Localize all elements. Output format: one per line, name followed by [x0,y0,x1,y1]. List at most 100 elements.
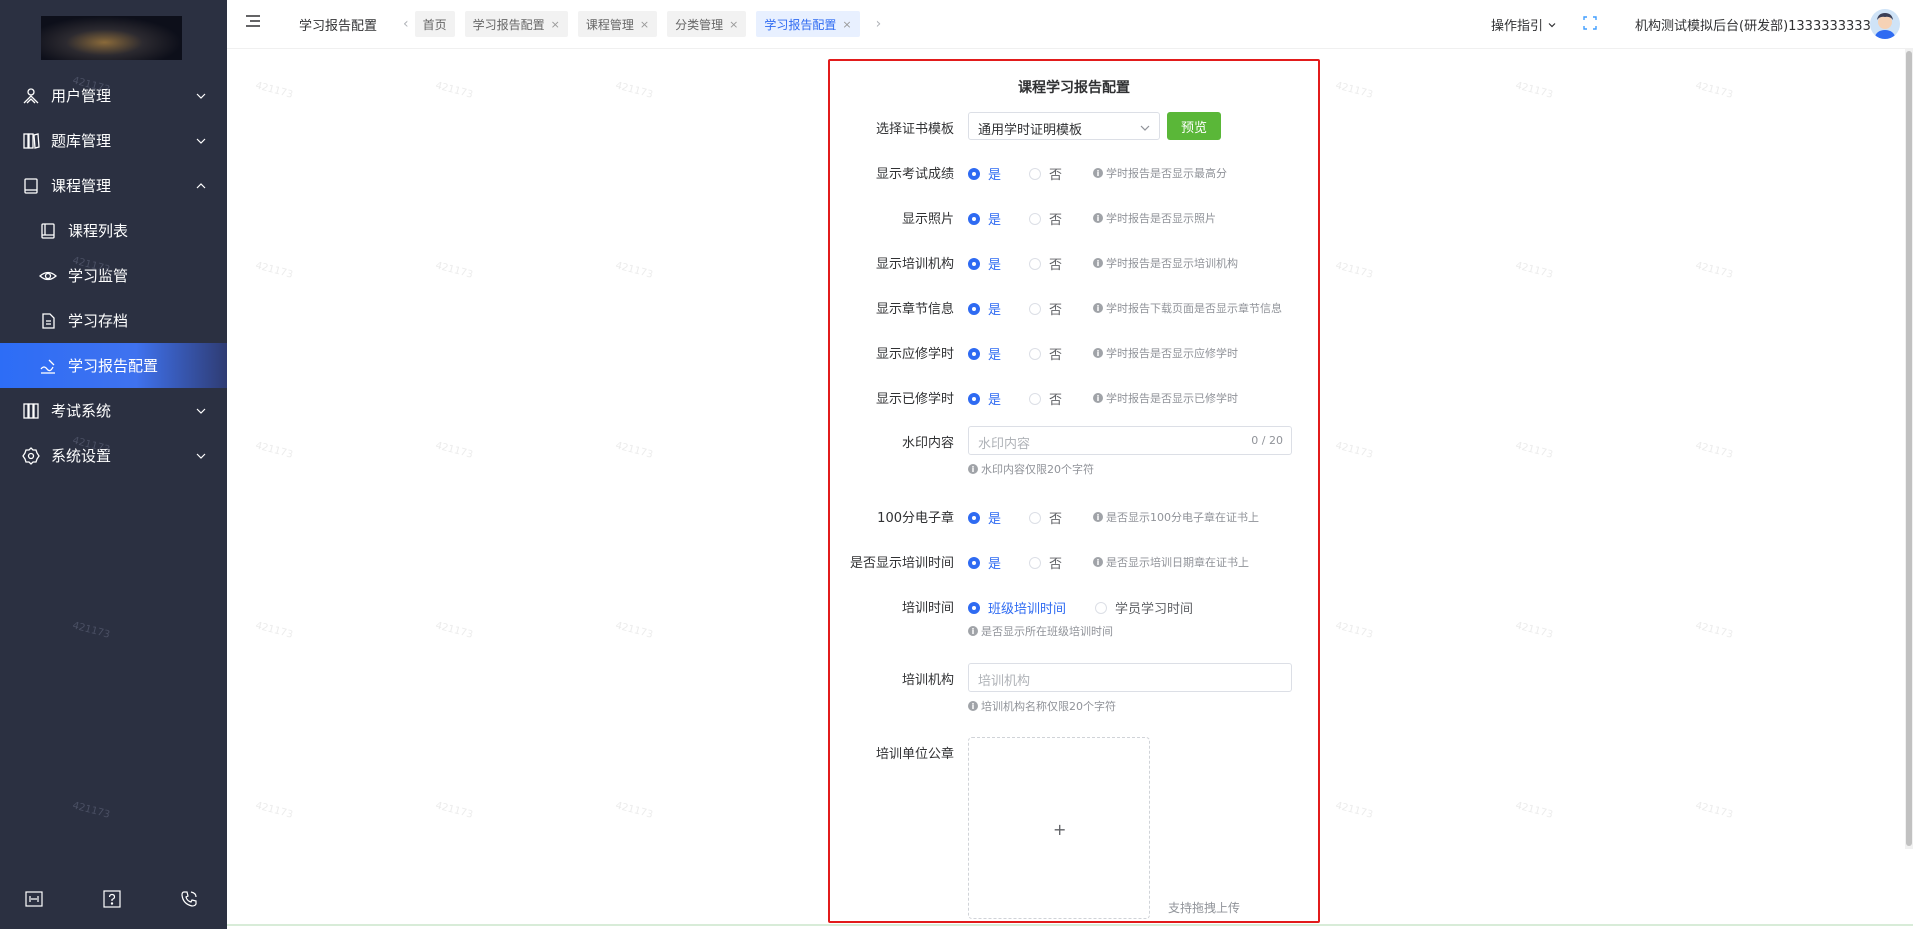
menu-toggle-icon[interactable] [245,14,261,32]
top-header: 学习报告配置 ‹ 首页 学习报告配置 × 课程管理 × 分类管理 × 学习报告配置 × … [227,0,1913,49]
sidebar-footer [0,880,227,920]
radio-student-time[interactable]: 学员学习时间 [1095,598,1193,617]
hint-text: 学时报告是否显示照片 [1106,212,1216,225]
sidebar-item-user-management[interactable]: 用户管理 [0,73,227,118]
radio-no[interactable]: 否 [1029,344,1062,363]
scrollbar[interactable] [1905,49,1913,849]
close-icon[interactable]: × [842,18,851,31]
radio-yes[interactable]: 是 [968,209,1001,228]
radio-yes[interactable]: 是 [968,508,1001,527]
close-icon[interactable]: × [640,18,649,31]
field-label: 显示应修学时 [875,347,954,362]
info-icon: i [1093,557,1103,567]
chevron-right-icon[interactable]: › [876,16,882,32]
char-counter: 0 / 20 [1251,434,1283,447]
option-row-exam-score: 显示考试成绩 是 否 i 学时报告是否显示最高分 [830,157,1318,187]
hint-text: 学时报告是否显示最高分 [1106,167,1227,180]
radio-no[interactable]: 否 [1029,553,1062,572]
phone-icon[interactable] [178,888,200,910]
sidebar-item-label: 考试系统 [51,402,112,420]
signature-icon [38,356,58,376]
radio-yes[interactable]: 是 [968,164,1001,183]
radio-no[interactable]: 否 [1029,209,1062,228]
sidebar-item-study-supervision[interactable]: 学习监管 [0,253,227,298]
course-list-icon [38,221,58,241]
template-icon[interactable] [23,888,45,910]
radio-dot [1029,302,1041,315]
radio-no[interactable]: 否 [1029,254,1062,273]
radio-dot [968,167,980,180]
divider [227,924,1913,926]
radio-class-time[interactable]: 班级培训时间 [968,598,1066,617]
radio-no[interactable]: 否 [1029,508,1062,527]
sidebar-item-course-list[interactable]: 课程列表 [0,208,227,253]
radio-label: 是 [988,557,1002,572]
gear-icon [21,446,41,466]
radio-no[interactable]: 否 [1029,299,1062,318]
radio-label: 班级培训时间 [988,602,1067,617]
radio-label: 否 [1049,557,1063,572]
sidebar-item-system-settings[interactable]: 系统设置 [0,433,227,478]
scrollbar-thumb[interactable] [1906,51,1912,846]
help-icon[interactable] [101,888,123,910]
template-select[interactable]: 通用学时证明模板 [968,112,1160,140]
chevron-left-icon[interactable]: ‹ [403,16,409,32]
info-icon: i [1093,213,1103,223]
radio-no[interactable]: 否 [1029,389,1062,408]
radio-label: 是 [988,213,1002,228]
avatar[interactable] [1870,9,1900,39]
input-placeholder: 水印内容 [978,437,1031,452]
radio-yes[interactable]: 是 [968,254,1001,273]
operation-guide-dropdown[interactable]: 操作指引 [1491,15,1557,34]
tab-study-report-config-active[interactable]: 学习报告配置 × [756,11,860,37]
sidebar-item-study-report-config[interactable]: 学习报告配置 [0,343,227,388]
close-icon[interactable]: × [729,18,738,31]
user-info[interactable]: 机构测试模拟后台(研发部)1333333333 [1635,15,1871,34]
radio-label: 是 [988,393,1002,408]
chevron-down-icon [195,448,207,460]
institution-input[interactable]: 培训机构 [968,663,1292,692]
watermark-input[interactable]: 水印内容 0 / 20 [968,426,1292,455]
tab-home[interactable]: 首页 [414,11,455,37]
sidebar-item-study-archive[interactable]: 学习存档 [0,298,227,343]
field-label: 选择证书模板 [875,122,954,137]
field-hint: i 是否显示100分电子章在证书上 [1093,509,1259,525]
sidebar-item-label: 用户管理 [51,87,112,105]
sidebar-item-label: 学习监管 [68,267,129,285]
radio-label: 否 [1049,258,1063,273]
radio-yes[interactable]: 是 [968,299,1001,318]
radio-dot [1029,392,1041,405]
option-row-institution: 显示培训机构 是 否 i 学时报告是否显示培训机构 [830,247,1318,277]
field-label: 显示照片 [901,212,954,227]
input-placeholder: 培训机构 [978,674,1031,689]
select-value: 通用学时证明模板 [978,123,1083,138]
field-hint: i 学时报告下载页面是否显示章节信息 [1093,300,1282,316]
info-icon: i [1093,303,1103,313]
tab-course-management[interactable]: 课程管理 × [577,11,658,37]
tab-category-management[interactable]: 分类管理 × [667,11,747,37]
plus-icon: + [1053,820,1067,839]
fullscreen-icon[interactable] [1583,16,1597,34]
info-icon: i [1093,393,1103,403]
radio-yes[interactable]: 是 [968,553,1001,572]
field-hint: i 学时报告是否显示最高分 [1093,165,1227,181]
operation-guide-label: 操作指引 [1491,19,1544,34]
radio-no[interactable]: 否 [1029,164,1062,183]
breadcrumb: 学习报告配置 [299,19,378,34]
close-icon[interactable]: × [551,18,560,31]
sidebar: 用户管理 题库管理 课程管理 课程列表 学习监管 学习存档 学习报告配置 考试系… [0,0,227,929]
hint-text: 学时报告下载页面是否显示章节信息 [1106,302,1282,315]
sidebar-item-exam-system[interactable]: 考试系统 [0,388,227,433]
logo [41,16,182,60]
radio-dot [968,601,980,614]
hint-text: 水印内容仅限20个字符 [981,463,1094,476]
sidebar-item-question-bank[interactable]: 题库管理 [0,118,227,163]
seal-upload[interactable]: + [968,737,1150,919]
radio-yes[interactable]: 是 [968,344,1001,363]
radio-yes[interactable]: 是 [968,389,1001,408]
radio-dot [968,347,980,360]
sidebar-item-course-management[interactable]: 课程管理 [0,163,227,208]
radio-dot [968,392,980,405]
preview-button[interactable]: 预览 [1167,112,1221,140]
tab-study-report-config[interactable]: 学习报告配置 × [464,11,568,37]
